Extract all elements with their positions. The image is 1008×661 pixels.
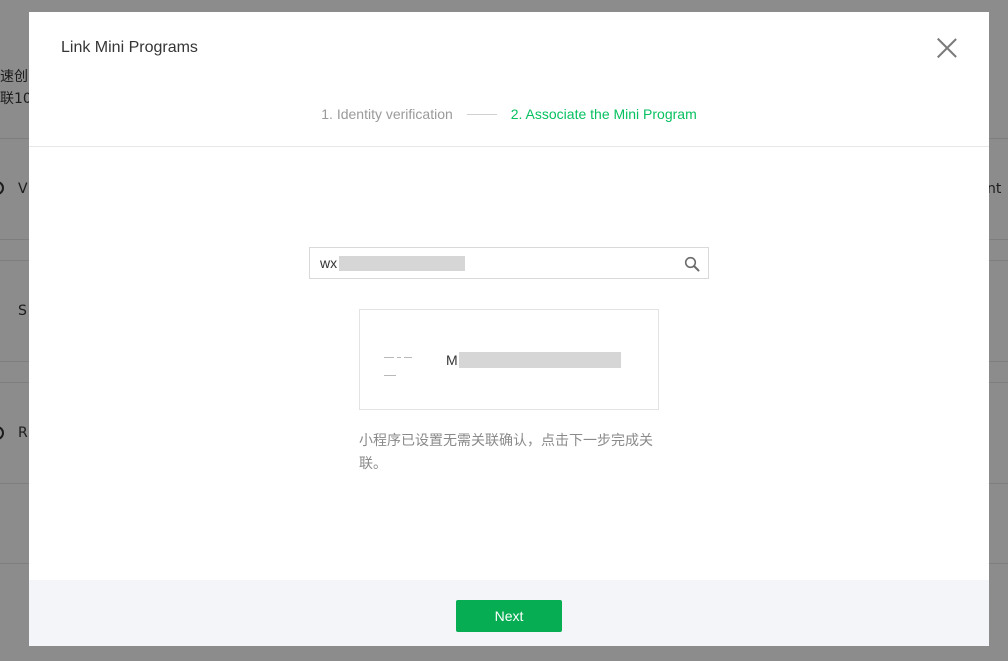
close-icon[interactable] bbox=[935, 36, 959, 60]
association-hint-text: 小程序已设置无需关联确认，点击下一步完成关联。 bbox=[359, 433, 653, 472]
mini-program-name: M bbox=[446, 352, 458, 368]
search-input-value: wx bbox=[320, 255, 338, 271]
dialog-title: Link Mini Programs bbox=[61, 39, 198, 56]
step-separator bbox=[466, 113, 497, 115]
step-identity-verification: 1. Identity verification bbox=[321, 106, 453, 122]
mini-program-logo bbox=[384, 357, 426, 376]
redacted-appid bbox=[339, 256, 465, 271]
search-icon[interactable] bbox=[684, 256, 700, 272]
next-button[interactable]: Next bbox=[456, 600, 562, 632]
step-indicator: 1. Identity verification 2. Associate th… bbox=[29, 106, 989, 122]
redacted-mini-program-name bbox=[459, 352, 621, 368]
header-divider bbox=[29, 146, 989, 147]
step-associate-mini-program: 2. Associate the Mini Program bbox=[510, 106, 697, 122]
mini-program-result-card[interactable]: M bbox=[359, 309, 659, 410]
appid-search-input[interactable]: wx bbox=[309, 247, 709, 279]
link-mini-programs-dialog: Link Mini Programs 1. Identity verificat… bbox=[29, 12, 989, 646]
dialog-footer: Next bbox=[29, 580, 989, 646]
